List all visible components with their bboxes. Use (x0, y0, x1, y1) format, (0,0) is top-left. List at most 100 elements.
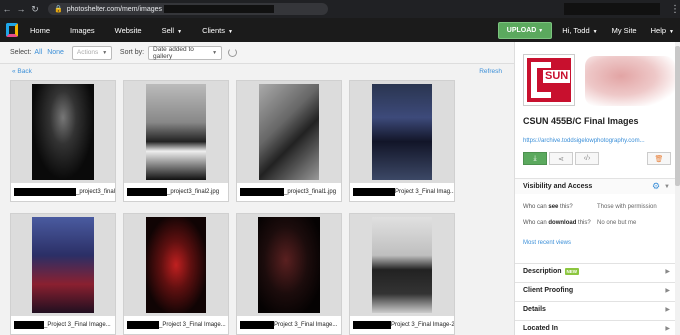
chevron-down-icon: ▼ (177, 28, 183, 35)
image-filename: _Project 3_Final Image... (124, 316, 228, 334)
filename-text: Project 3_Final Image... (274, 322, 338, 328)
who-can-download-value[interactable]: No one but me (597, 220, 636, 226)
filename-text: _project3_final1.jpg (284, 189, 337, 195)
forward-arrow-icon[interactable]: → (14, 4, 28, 14)
image-filename: _project3_final2.jpg (124, 183, 228, 201)
most-recent-views-link[interactable]: Most recent views (523, 240, 571, 246)
gallery-cover-image[interactable]: SUN (523, 54, 575, 106)
browser-bar: ← → ↻ 🔒 photoshelter.com/mem/images ⋮ (0, 0, 680, 18)
image-filename: _project3_final1.jpg (237, 183, 341, 201)
image-card[interactable]: _Project 3_Final Image... (10, 213, 116, 335)
located-in-title: Located In (523, 325, 559, 332)
image-filename: Project 3_Final Image-2... (350, 316, 454, 334)
image-thumbnail[interactable] (350, 81, 454, 183)
sort-label: Sort by: (119, 49, 145, 56)
description-title: Description (523, 268, 562, 275)
image-card[interactable]: _project3_final1.jpg (236, 80, 342, 202)
image-card[interactable]: Project 3_Final Imag... (349, 80, 455, 202)
visibility-access-header[interactable]: Visibility and Access ⚙ ▼ (515, 178, 676, 194)
upload-label: UPLOAD (506, 26, 537, 34)
who-dl-text-b: download (548, 220, 577, 226)
nav-my-site[interactable]: My Site (612, 26, 637, 35)
details-section[interactable]: Details ▶ (515, 301, 676, 317)
who-can-download-label: Who can download this? (523, 220, 591, 226)
gallery-actions: ⤓ ⋖ ‹/› 🗑 (523, 152, 673, 166)
image-thumbnail[interactable] (237, 81, 341, 183)
nav-images[interactable]: Images (70, 26, 95, 35)
blurred-banner-image (585, 56, 675, 106)
image-filename: _project3_final-2239.jpg (11, 183, 115, 201)
nav-website[interactable]: Website (115, 26, 142, 35)
who-see-text-a: Who can (523, 204, 549, 210)
lock-icon: 🔒 (54, 6, 63, 13)
photo (146, 217, 206, 313)
delete-icon[interactable]: 🗑 (647, 152, 671, 165)
image-card[interactable]: _project3_final-2239.jpg (10, 80, 116, 202)
image-thumbnail[interactable] (11, 214, 115, 316)
select-label: Select: (10, 49, 32, 56)
help-menu[interactable]: Help ▼ (651, 26, 674, 35)
client-proofing-title: Client Proofing (523, 287, 574, 294)
select-all-link[interactable]: All (34, 49, 42, 56)
loading-spinner-icon (228, 48, 238, 57)
top-navigation: Home Images Website Sell ▼ Clients ▼ UPLOA… (0, 18, 680, 42)
gallery-url-link[interactable]: https://archive.toddsigelowphotography.c… (523, 138, 645, 144)
gear-icon[interactable]: ⚙ (652, 181, 660, 192)
embed-icon[interactable]: ‹/› (575, 152, 599, 165)
filename-redaction (14, 321, 44, 329)
image-card[interactable]: Project 3_Final Image... (236, 213, 342, 335)
chevron-down-icon: ▼ (212, 49, 218, 56)
chevron-right-icon: ▶ (665, 307, 670, 313)
photo (259, 84, 319, 180)
nav-home[interactable]: Home (30, 26, 50, 35)
gallery-details-panel: SUN CSUN 455B/C Final Images https://arc… (514, 42, 680, 335)
image-filename: Project 3_Final Imag... (350, 183, 454, 201)
image-card[interactable]: _Project 3_Final Image... (123, 213, 229, 335)
who-can-see-label: Who can see this? (523, 204, 573, 210)
who-can-see-value[interactable]: Those with permission (597, 204, 657, 210)
who-see-text-c: this? (558, 204, 573, 210)
actions-dropdown[interactable]: Actions ▼ (71, 45, 112, 60)
filename-text: _Project 3_Final Image... (44, 322, 111, 328)
refresh-link[interactable]: Refresh (479, 68, 502, 75)
chevron-down-icon: ▼ (228, 28, 233, 35)
upload-button[interactable]: UPLOAD ▼ (497, 21, 553, 39)
chevron-down-icon: ▼ (592, 28, 598, 35)
filename-text: Project 3_Final Image-2... (391, 322, 454, 328)
filename-text: _Project 3_Final Image... (159, 322, 226, 328)
image-thumbnail[interactable] (124, 81, 228, 183)
address-bar[interactable]: 🔒 photoshelter.com/mem/images (48, 3, 328, 15)
new-badge: NEW (564, 268, 580, 275)
reload-icon[interactable]: ↻ (28, 4, 42, 15)
share-icon[interactable]: ⋖ (549, 152, 573, 165)
photo (258, 217, 320, 313)
filename-redaction (127, 188, 167, 196)
chevron-right-icon: ▶ (665, 326, 670, 332)
chevron-down-icon: ▼ (102, 49, 108, 56)
located-in-section[interactable]: Located In ▶ (515, 320, 676, 335)
sort-dropdown[interactable]: Date added to gallery ▼ (148, 45, 223, 60)
photoshelter-logo-icon[interactable] (4, 22, 20, 38)
download-icon[interactable]: ⤓ (523, 152, 547, 165)
image-card[interactable]: _project3_final2.jpg (123, 80, 229, 202)
image-card[interactable]: Project 3_Final Image-2... (349, 213, 455, 335)
gallery-toolbar: Select: All None Actions ▼ Sort by: Date … (0, 42, 514, 64)
panel-scrollbar[interactable] (675, 42, 680, 335)
user-menu[interactable]: Hi, Todd ▼ (562, 26, 597, 35)
filename-redaction (240, 321, 274, 329)
filename-redaction (353, 188, 395, 196)
filename-text: _project3_final2.jpg (167, 189, 220, 195)
browser-menu-icon[interactable]: ⋮ (670, 4, 680, 15)
back-arrow-icon[interactable]: ← (0, 4, 14, 14)
image-thumbnail[interactable] (237, 214, 341, 316)
nav-sell[interactable]: Sell ▼ (162, 26, 182, 35)
image-thumbnail[interactable] (11, 81, 115, 183)
image-thumbnail[interactable] (350, 214, 454, 316)
client-proofing-section[interactable]: Client Proofing ▶ (515, 282, 676, 298)
nav-clients[interactable]: Clients ▼ (202, 26, 233, 35)
back-link[interactable]: « Back (12, 68, 32, 75)
description-section[interactable]: Description NEW ▶ (515, 263, 676, 279)
chevron-down-icon: ▼ (538, 27, 544, 34)
select-none-link[interactable]: None (47, 49, 64, 56)
image-thumbnail[interactable] (124, 214, 228, 316)
